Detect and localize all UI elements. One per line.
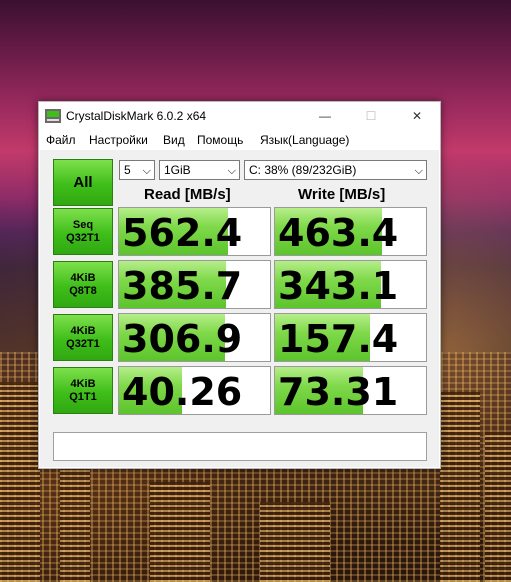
test-name-line2: Q32T1: [66, 337, 100, 350]
menu-language[interactable]: Язык(Language): [260, 133, 349, 147]
maximize-button[interactable]: ☐: [348, 102, 394, 130]
menu-help[interactable]: Помощь: [197, 133, 243, 147]
chevron-down-icon: ⌵: [227, 165, 236, 177]
read-result-cell: 385.7: [118, 260, 271, 309]
close-button[interactable]: ✕: [394, 102, 440, 130]
menu-file[interactable]: Файл: [46, 133, 76, 147]
test-name-line2: Q32T1: [66, 231, 100, 244]
write-result-cell: 343.1: [274, 260, 427, 309]
window-title: CrystalDiskMark 6.0.2 x64: [66, 109, 207, 123]
read-result-cell: 40.26: [118, 366, 271, 415]
app-icon: [45, 109, 61, 123]
write-value: 157.4: [278, 317, 399, 361]
read-value: 385.7: [122, 264, 243, 308]
test-size-select[interactable]: 1GiB ⌵: [159, 160, 240, 180]
test-count-select[interactable]: 5 ⌵: [119, 160, 155, 180]
all-button[interactable]: All: [53, 159, 113, 206]
test-count-value: 5: [124, 163, 131, 177]
write-value: 343.1: [278, 264, 399, 308]
read-header: Read [MB/s]: [144, 186, 231, 203]
write-result-cell: 73.31: [274, 366, 427, 415]
drive-value: C: 38% (89/232GiB): [249, 163, 357, 177]
crystaldiskmark-window: CrystalDiskMark 6.0.2 x64 — ☐ ✕ Файл Нас…: [38, 101, 441, 469]
test-name-line2: Q8T8: [69, 284, 97, 297]
write-result-cell: 157.4: [274, 313, 427, 362]
test-button[interactable]: 4KiB Q8T8: [53, 261, 113, 308]
main-panel: All 5 ⌵ 1GiB ⌵ C: 38% (89/232GiB) ⌵ Read…: [40, 150, 439, 467]
menu-view[interactable]: Вид: [163, 133, 185, 147]
test-name-line1: 4KiB: [70, 271, 96, 284]
read-result-cell: 562.4: [118, 207, 271, 256]
read-result-cell: 306.9: [118, 313, 271, 362]
test-name-line2: Q1T1: [69, 390, 97, 403]
menu-bar: Файл Настройки Вид Помощь Язык(Language): [39, 130, 440, 150]
read-value: 306.9: [122, 317, 243, 361]
read-value: 562.4: [122, 211, 243, 255]
test-name-line1: 4KiB: [70, 377, 96, 390]
test-size-value: 1GiB: [164, 163, 191, 177]
drive-select[interactable]: C: 38% (89/232GiB) ⌵: [244, 160, 427, 180]
write-header: Write [MB/s]: [298, 186, 386, 203]
comment-field[interactable]: [53, 432, 427, 461]
test-name-line1: 4KiB: [70, 324, 96, 337]
chevron-down-icon: ⌵: [414, 165, 423, 177]
chevron-down-icon: ⌵: [142, 165, 151, 177]
test-button[interactable]: Seq Q32T1: [53, 208, 113, 255]
write-value: 73.31: [278, 370, 399, 414]
title-bar[interactable]: CrystalDiskMark 6.0.2 x64 — ☐ ✕: [39, 102, 440, 130]
test-name-line1: Seq: [72, 218, 94, 231]
write-result-cell: 463.4: [274, 207, 427, 256]
minimize-button[interactable]: —: [302, 102, 348, 130]
menu-settings[interactable]: Настройки: [89, 133, 148, 147]
test-button[interactable]: 4KiB Q1T1: [53, 367, 113, 414]
write-value: 463.4: [278, 211, 399, 255]
read-value: 40.26: [122, 370, 243, 414]
test-button[interactable]: 4KiB Q32T1: [53, 314, 113, 361]
